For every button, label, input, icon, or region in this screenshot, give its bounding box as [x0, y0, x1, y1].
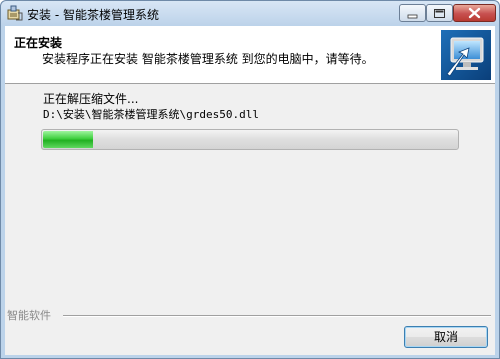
computer-install-icon: [441, 30, 491, 80]
wizard-header: 正在安装 安装程序正在安装 智能茶楼管理系统 到您的电脑中，请等待。: [5, 26, 495, 84]
status-message: 正在解压缩文件...: [43, 92, 139, 106]
close-icon: [468, 7, 481, 19]
window-title: 安装 - 智能茶楼管理系统: [27, 8, 159, 22]
title-bar[interactable]: 安装 - 智能茶楼管理系统: [1, 1, 499, 25]
install-progress-bar: [41, 129, 459, 150]
minimize-icon: [407, 14, 418, 19]
minimize-button[interactable]: [399, 4, 426, 22]
progress-fill: [43, 131, 93, 148]
close-button[interactable]: [453, 4, 496, 22]
maximize-icon: [434, 9, 445, 18]
maximize-button[interactable]: [426, 4, 453, 22]
installer-body: 正在安装 安装程序正在安装 智能茶楼管理系统 到您的电脑中，请等待。 正在解压缩…: [5, 26, 495, 355]
installer-window: 安装 - 智能茶楼管理系统 正在安装 安装程序正在安装 智能茶楼管理系统 到您的…: [0, 0, 500, 359]
setup-app-icon: [7, 5, 23, 21]
brand-label: 智能软件: [7, 309, 51, 322]
current-file-path: D:\安装\智能茶楼管理系统\grdes50.dll: [43, 108, 259, 121]
page-title: 正在安装: [14, 36, 63, 50]
page-description: 安装程序正在安装 智能茶楼管理系统 到您的电脑中，请等待。: [42, 52, 374, 66]
footer-divider: [63, 315, 491, 317]
cancel-button[interactable]: 取消: [404, 326, 488, 348]
